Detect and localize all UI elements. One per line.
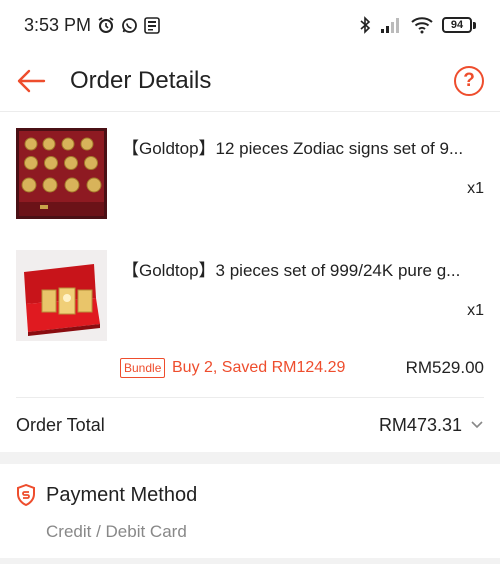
section-gap: [0, 452, 500, 464]
chevron-down-icon: [470, 420, 484, 430]
bundle-row: Bundle Buy 2, Saved RM124.29 RM529.00: [0, 352, 500, 386]
order-item[interactable]: 【Goldtop】3 pieces set of 999/24K pure g.…: [0, 250, 500, 346]
battery-level: 94: [442, 17, 472, 33]
item-title: 【Goldtop】3 pieces set of 999/24K pure g.…: [122, 261, 461, 280]
bundle-badge: Bundle: [120, 358, 166, 378]
wifi-icon: [410, 16, 434, 34]
order-total-value: RM473.31: [378, 414, 462, 435]
zodiac-coin-set-image: [16, 128, 107, 219]
battery-icon: 94: [442, 17, 476, 33]
order-total-label: Order Total: [16, 414, 105, 435]
order-item[interactable]: 【Goldtop】12 pieces Zodiac signs set of 9…: [0, 128, 500, 224]
whatsapp-icon: [121, 17, 138, 34]
item-title: 【Goldtop】12 pieces Zodiac signs set of 9…: [122, 139, 464, 158]
bundle-savings: Buy 2, Saved RM124.29: [172, 359, 346, 376]
item-quantity: x1: [467, 180, 484, 197]
section-gap: [0, 558, 500, 564]
item-quantity: x1: [467, 302, 484, 319]
status-left: 3:53 PM: [24, 15, 160, 36]
help-button[interactable]: ?: [454, 65, 484, 96]
app-header: Order Details ?: [0, 50, 500, 112]
back-arrow-icon: [17, 69, 46, 92]
payment-method-title: Payment Method: [46, 484, 198, 506]
back-button[interactable]: [14, 64, 48, 98]
status-bar: 3:53 PM 94: [0, 0, 500, 50]
payment-section: Payment Method Credit / Debit Card: [0, 464, 500, 560]
signal-icon: [380, 17, 402, 33]
order-total-row[interactable]: Order Total RM473.31: [0, 398, 500, 452]
gold-bar-set-image: [16, 250, 107, 341]
page-title: Order Details: [70, 66, 212, 94]
bluetooth-icon: [358, 16, 372, 34]
app-notification-icon: [144, 16, 160, 34]
status-right: 94: [358, 16, 476, 34]
alarm-icon: [97, 16, 115, 34]
status-time: 3:53 PM: [24, 14, 92, 35]
payment-method-value: Credit / Debit Card: [46, 522, 187, 541]
shield-icon: [16, 483, 36, 507]
bundle-price: RM529.00: [405, 358, 484, 377]
